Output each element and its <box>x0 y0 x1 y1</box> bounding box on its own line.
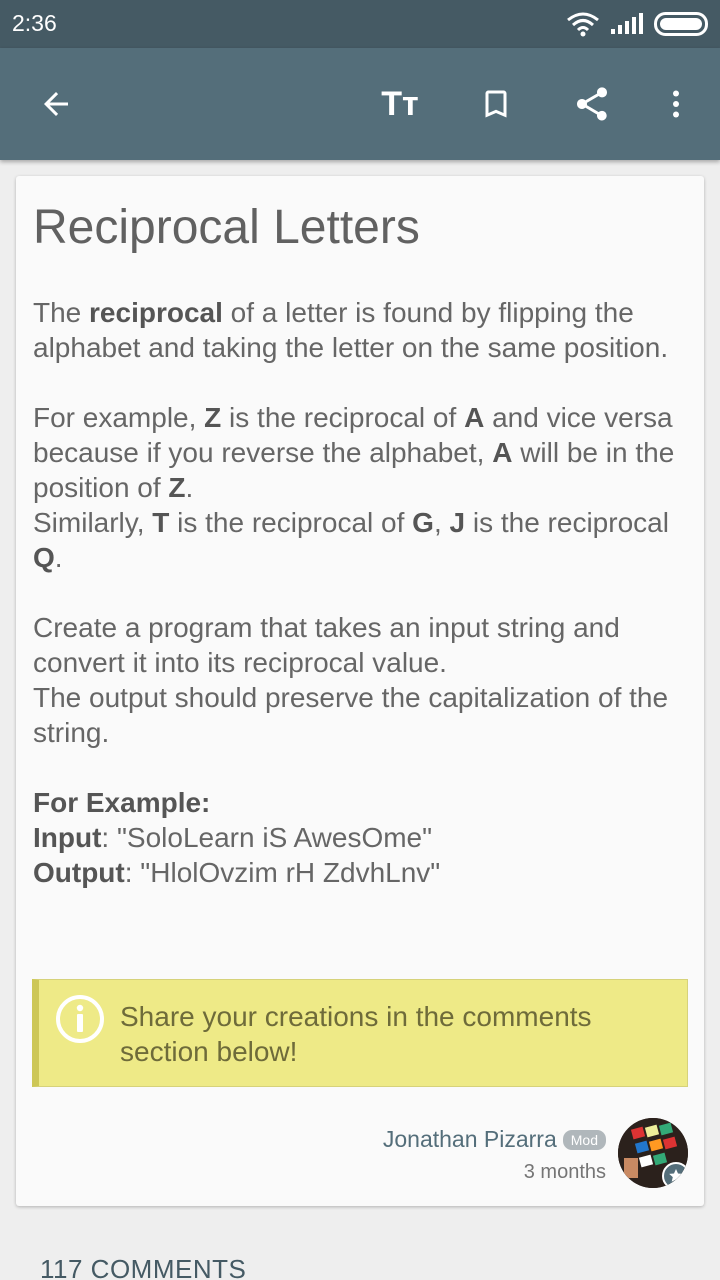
share-button[interactable] <box>564 76 620 132</box>
author-info[interactable]: Jonathan Pizarra Mod 3 months <box>383 1126 606 1184</box>
post-time: 3 months <box>523 1161 606 1183</box>
app-bar: Tт <box>0 48 720 160</box>
text-size-icon: Tт <box>381 84 419 123</box>
bookmark-button[interactable] <box>468 76 524 132</box>
bookmark-icon <box>485 90 507 118</box>
comments-header[interactable]: 117 COMMENTS <box>40 1254 246 1280</box>
battery-icon <box>654 12 708 36</box>
paragraph-definition: The reciprocal of a letter is found by f… <box>33 297 669 363</box>
arrow-left-icon <box>44 92 68 116</box>
star-badge-icon <box>662 1162 688 1188</box>
signal-icon <box>611 13 643 34</box>
status-icons <box>566 10 710 38</box>
info-icon <box>56 995 104 1043</box>
status-bar: 2:36 <box>0 0 720 48</box>
info-note-text: Share your creations in the comments sec… <box>120 1001 592 1067</box>
wifi-icon <box>567 12 599 37</box>
paragraph-capitalization: The output should preserve the capitaliz… <box>33 682 669 748</box>
example-output: Output: "HlolOvzim rH ZdvhLnv" <box>33 857 441 888</box>
mod-badge: Mod <box>562 1129 606 1150</box>
page-title: Reciprocal Letters <box>33 201 420 254</box>
share-icon <box>577 87 607 121</box>
info-note: Share your creations in the comments sec… <box>32 979 688 1087</box>
text-size-button[interactable]: Tт <box>372 76 428 132</box>
paragraph-similarly: Similarly, T is the reciprocal of G, J i… <box>33 507 669 573</box>
back-button[interactable] <box>28 76 84 132</box>
author-name: Jonathan Pizarra <box>382 1126 557 1152</box>
example-heading: For Example: <box>33 787 211 818</box>
lesson-body: The reciprocal of a letter is found by f… <box>33 295 683 890</box>
avatar[interactable] <box>618 1118 688 1188</box>
lesson-card: Reciprocal Letters The reciprocal of a l… <box>16 176 704 1206</box>
status-time: 2:36 <box>12 10 57 36</box>
more-options-button[interactable] <box>648 76 704 132</box>
paragraph-example: For example, Z is the reciprocal of A an… <box>33 402 675 503</box>
example-input: Input: "SoloLearn iS AwesOme" <box>33 822 433 853</box>
more-vert-icon <box>673 90 679 118</box>
author-name-row: Jonathan Pizarra Mod <box>383 1126 606 1153</box>
paragraph-task: Create a program that takes an input str… <box>33 612 620 678</box>
